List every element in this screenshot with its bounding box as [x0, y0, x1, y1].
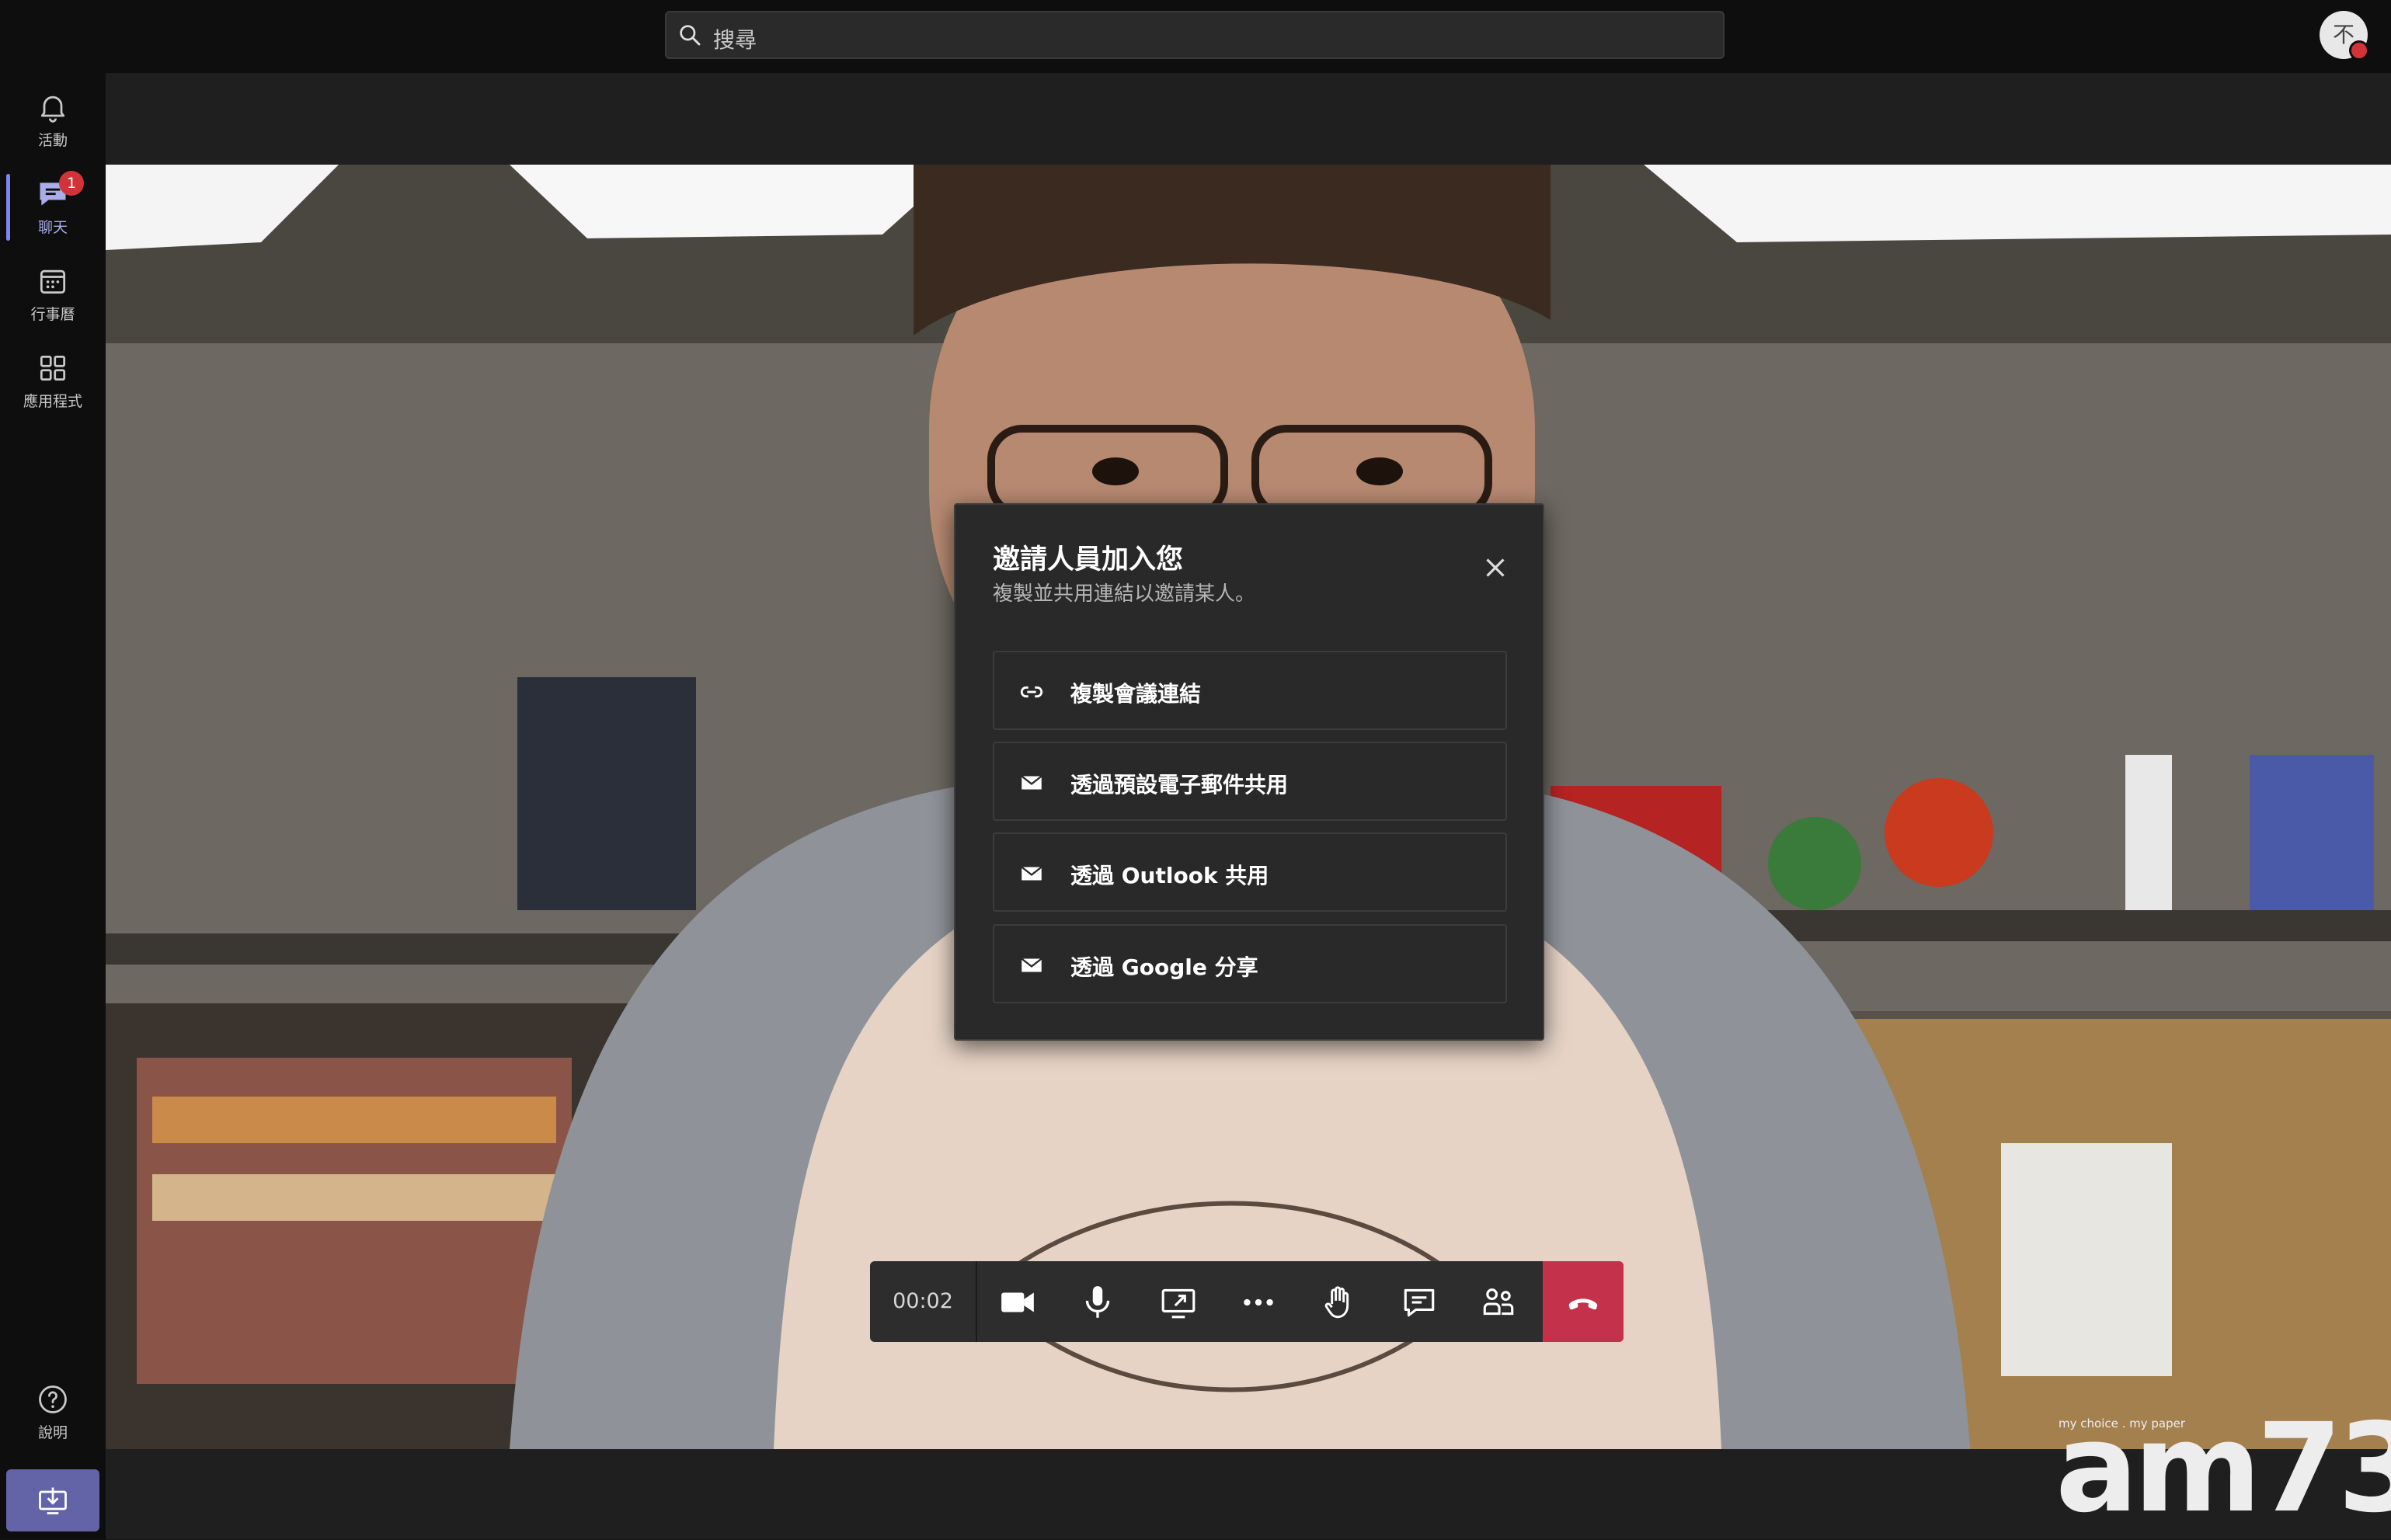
stage-bottom-area — [106, 1449, 2391, 1539]
rail-item-calendar[interactable]: 行事曆 — [0, 256, 106, 334]
download-icon — [39, 1487, 67, 1514]
share-outlook-button[interactable]: 透過 Outlook 共用 — [993, 833, 1507, 912]
camera-icon[interactable] — [998, 1283, 1037, 1322]
mail-icon — [1021, 775, 1042, 790]
rail-item-apps[interactable]: 應用程式 — [0, 343, 106, 421]
rail-item-chat[interactable]: 1 聊天 — [0, 169, 106, 247]
mail-icon — [1021, 866, 1042, 881]
chat-unread-badge: 1 — [59, 171, 84, 196]
mail-icon — [1021, 958, 1042, 972]
rail-label-activity: 活動 — [37, 132, 68, 149]
call-control-bar: 00:02 — [870, 1261, 1624, 1342]
rail-label-calendar: 行事曆 — [30, 306, 75, 323]
option-label: 透過 Outlook 共用 — [1070, 863, 1269, 888]
invite-dialog: 邀請人員加入您 複製並共用連結以邀請某人。 複製會議連結 透過預設電子郵件共用 … — [954, 503, 1544, 1041]
rail-item-activity[interactable]: 活動 — [0, 82, 106, 160]
hang-up-icon — [1568, 1298, 1598, 1310]
call-timer: 00:02 — [870, 1261, 977, 1342]
rail-item-help[interactable]: 說明 — [0, 1375, 106, 1452]
close-icon[interactable] — [1479, 551, 1512, 584]
share-screen-icon[interactable] — [1159, 1283, 1198, 1322]
calendar-icon — [40, 269, 66, 294]
share-default-email-button[interactable]: 透過預設電子郵件共用 — [993, 742, 1507, 821]
presence-busy-icon — [2349, 40, 2369, 61]
hang-up-button[interactable] — [1543, 1261, 1624, 1342]
search-placeholder: 搜尋 — [713, 27, 757, 53]
dialog-subtitle: 複製並共用連結以邀請某人。 — [993, 582, 1256, 606]
stage-top-area — [106, 73, 2391, 165]
participants-icon[interactable] — [1479, 1283, 1518, 1322]
rail-label-chat: 聊天 — [37, 219, 68, 236]
search-icon — [680, 25, 701, 46]
search-box[interactable]: 搜尋 — [665, 11, 1725, 59]
app-rail: 活動 1 聊天 行事曆 應用程式 說明 — [0, 73, 106, 1539]
copy-meeting-link-button[interactable]: 複製會議連結 — [993, 651, 1507, 730]
bell-icon — [40, 96, 65, 123]
watermark-logo: am730 — [2055, 1397, 2391, 1540]
share-google-button[interactable]: 透過 Google 分享 — [993, 924, 1507, 1003]
more-icon[interactable] — [1239, 1283, 1278, 1322]
help-icon — [39, 1385, 67, 1413]
link-icon — [1020, 686, 1043, 698]
microphone-icon[interactable] — [1078, 1283, 1117, 1322]
rail-label-apps: 應用程式 — [23, 393, 82, 410]
install-app-button[interactable] — [6, 1469, 99, 1531]
user-avatar[interactable]: 不 — [2320, 11, 2369, 61]
option-label: 透過 Google 分享 — [1070, 954, 1258, 980]
dialog-title: 邀請人員加入您 — [993, 544, 1184, 575]
apps-icon — [40, 355, 66, 381]
option-label: 複製會議連結 — [1070, 681, 1202, 707]
chat-icon[interactable] — [1400, 1283, 1439, 1322]
option-label: 透過預設電子郵件共用 — [1070, 772, 1289, 798]
top-bar: 搜尋 不 — [0, 0, 2391, 73]
rail-label-help: 說明 — [37, 1424, 68, 1441]
raise-hand-icon[interactable] — [1319, 1283, 1358, 1322]
